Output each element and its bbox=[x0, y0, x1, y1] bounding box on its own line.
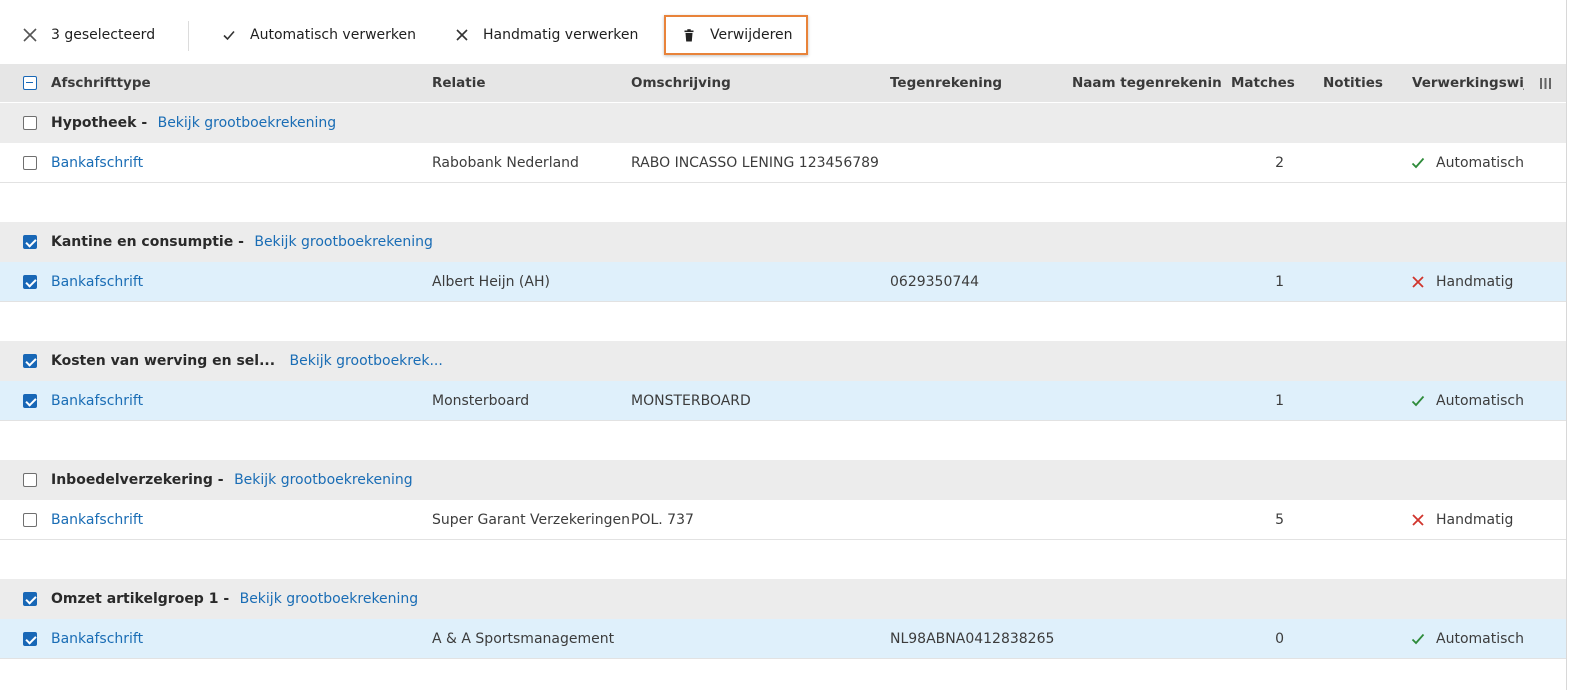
auto-process-button[interactable]: Automatisch verwerken bbox=[221, 15, 416, 55]
delete-button[interactable]: Verwijderen bbox=[664, 15, 808, 55]
table-row[interactable]: Bankafschrift Monsterboard MONSTERBOARD … bbox=[0, 381, 1567, 421]
matches-cell: 2 bbox=[1275, 155, 1284, 171]
select-all-checkbox[interactable] bbox=[23, 76, 37, 90]
column-header-notes[interactable]: Notities bbox=[1323, 64, 1403, 102]
manual-process-label: Handmatig verwerken bbox=[483, 27, 639, 43]
processing-cell: Automatisch bbox=[1410, 143, 1524, 183]
ledger-link[interactable]: Bekijk grootboekrekening bbox=[234, 472, 413, 488]
delete-label: Verwijderen bbox=[710, 27, 793, 43]
statement-type-link[interactable]: Bankafschrift bbox=[51, 381, 143, 421]
row-checkbox[interactable] bbox=[23, 275, 37, 289]
table-row[interactable]: Bankafschrift Rabobank Nederland RABO IN… bbox=[0, 143, 1567, 183]
toolbar-divider bbox=[188, 21, 189, 51]
check-icon bbox=[221, 27, 237, 43]
matches-cell: 1 bbox=[1275, 274, 1284, 290]
table-row[interactable]: Bankafschrift Super Garant Verzekeringen… bbox=[0, 500, 1567, 540]
processing-cell: Handmatig bbox=[1410, 500, 1513, 540]
processing-cell: Automatisch bbox=[1410, 381, 1524, 421]
relation-cell: Rabobank Nederland bbox=[432, 155, 579, 171]
group-title: Inboedelverzekering - bbox=[51, 472, 224, 488]
group-checkbox[interactable] bbox=[23, 116, 37, 130]
group-title: Kantine en consumptie - bbox=[51, 234, 244, 250]
description-cell: POL. 737 bbox=[631, 512, 694, 528]
ledger-link[interactable]: Bekijk grootboekrekening bbox=[254, 234, 433, 250]
auto-process-label: Automatisch verwerken bbox=[250, 27, 416, 43]
scroll-edge bbox=[1566, 0, 1567, 690]
column-header-description[interactable]: Omschrijving bbox=[631, 64, 881, 102]
ledger-link[interactable]: Bekijk grootboekrekening bbox=[158, 115, 337, 131]
group-row[interactable]: Omzet artikelgroep 1 - Bekijk grootboekr… bbox=[0, 579, 1567, 619]
check-icon bbox=[1410, 631, 1426, 647]
close-icon bbox=[454, 27, 470, 43]
matches-cell: 5 bbox=[1275, 512, 1284, 528]
processing-label: Handmatig bbox=[1436, 274, 1514, 290]
processing-cell: Handmatig bbox=[1410, 262, 1513, 302]
group-title: Hypotheek - bbox=[51, 115, 148, 131]
group-title: Kosten van werving en sel... bbox=[51, 353, 276, 369]
processing-label: Automatisch bbox=[1436, 631, 1524, 647]
row-checkbox[interactable] bbox=[23, 394, 37, 408]
description-cell: RABO INCASSO LENING 123456789 bbox=[631, 155, 879, 171]
group-row[interactable]: Kosten van werving en sel... Bekijk groo… bbox=[0, 341, 1567, 381]
group-row[interactable]: Kantine en consumptie - Bekijk grootboek… bbox=[0, 222, 1567, 262]
trash-icon bbox=[681, 27, 697, 43]
relation-cell: A & A Sportsmanagement bbox=[432, 631, 615, 647]
relation-cell: Albert Heijn (AH) bbox=[432, 274, 550, 290]
group-row[interactable]: Inboedelverzekering - Bekijk grootboekre… bbox=[0, 460, 1567, 500]
cross-icon bbox=[1410, 274, 1426, 290]
processing-label: Automatisch bbox=[1436, 393, 1524, 409]
statement-type-link[interactable]: Bankafschrift bbox=[51, 619, 143, 659]
group-row[interactable]: Hypotheek - Bekijk grootboekrekening bbox=[0, 103, 1567, 143]
counter-account-cell: 0629350744 bbox=[890, 274, 980, 290]
table-row[interactable]: Bankafschrift A & A Sportsmanagement NL9… bbox=[0, 619, 1567, 659]
processing-label: Automatisch bbox=[1436, 155, 1524, 171]
description-cell: MONSTERBOARD bbox=[631, 393, 751, 409]
row-checkbox[interactable] bbox=[23, 632, 37, 646]
close-icon bbox=[22, 27, 38, 43]
column-header-counter-account[interactable]: Tegenrekening bbox=[890, 64, 1060, 102]
counter-account-cell: NL98ABNA0412838265 bbox=[890, 631, 1055, 647]
row-checkbox[interactable] bbox=[23, 156, 37, 170]
group-title: Omzet artikelgroep 1 - bbox=[51, 591, 230, 607]
check-icon bbox=[1410, 155, 1426, 171]
group-checkbox[interactable] bbox=[23, 354, 37, 368]
row-checkbox[interactable] bbox=[23, 513, 37, 527]
group-checkbox[interactable] bbox=[23, 592, 37, 606]
ledger-link[interactable]: Bekijk grootboekrek... bbox=[290, 353, 443, 369]
ledger-link[interactable]: Bekijk grootboekrekening bbox=[240, 591, 419, 607]
selected-count-label: 3 geselecteerd bbox=[51, 27, 156, 43]
table-header: Afschrifttype Relatie Omschrijving Tegen… bbox=[0, 64, 1567, 102]
check-icon bbox=[1410, 393, 1426, 409]
column-settings-icon[interactable] bbox=[1539, 77, 1553, 90]
group-checkbox[interactable] bbox=[23, 235, 37, 249]
statement-type-link[interactable]: Bankafschrift bbox=[51, 500, 143, 540]
statement-type-link[interactable]: Bankafschrift bbox=[51, 262, 143, 302]
table-row[interactable]: Bankafschrift Albert Heijn (AH) 06293507… bbox=[0, 262, 1567, 302]
processing-label: Handmatig bbox=[1436, 512, 1514, 528]
relation-cell: Super Garant Verzekeringen bbox=[432, 512, 630, 528]
matches-cell: 1 bbox=[1275, 393, 1284, 409]
processing-cell: Automatisch bbox=[1410, 619, 1524, 659]
selection-toolbar: 3 geselecteerd Automatisch verwerken Han… bbox=[0, 0, 1567, 64]
statement-type-link[interactable]: Bankafschrift bbox=[51, 143, 143, 183]
matches-cell: 0 bbox=[1275, 631, 1284, 647]
column-header-type[interactable]: Afschrifttype bbox=[51, 64, 421, 102]
relation-cell: Monsterboard bbox=[432, 393, 530, 409]
group-checkbox[interactable] bbox=[23, 473, 37, 487]
manual-process-button[interactable]: Handmatig verwerken bbox=[454, 15, 638, 55]
column-header-matches[interactable]: Matches bbox=[1231, 64, 1311, 102]
column-header-counter-name[interactable]: Naam tegenrekening bbox=[1072, 64, 1222, 102]
column-header-relation[interactable]: Relatie bbox=[432, 64, 622, 102]
column-header-processing[interactable]: Verwerkingswijze bbox=[1412, 64, 1524, 102]
cross-icon bbox=[1410, 512, 1426, 528]
clear-selection-button[interactable]: 3 geselecteerd bbox=[22, 15, 155, 55]
